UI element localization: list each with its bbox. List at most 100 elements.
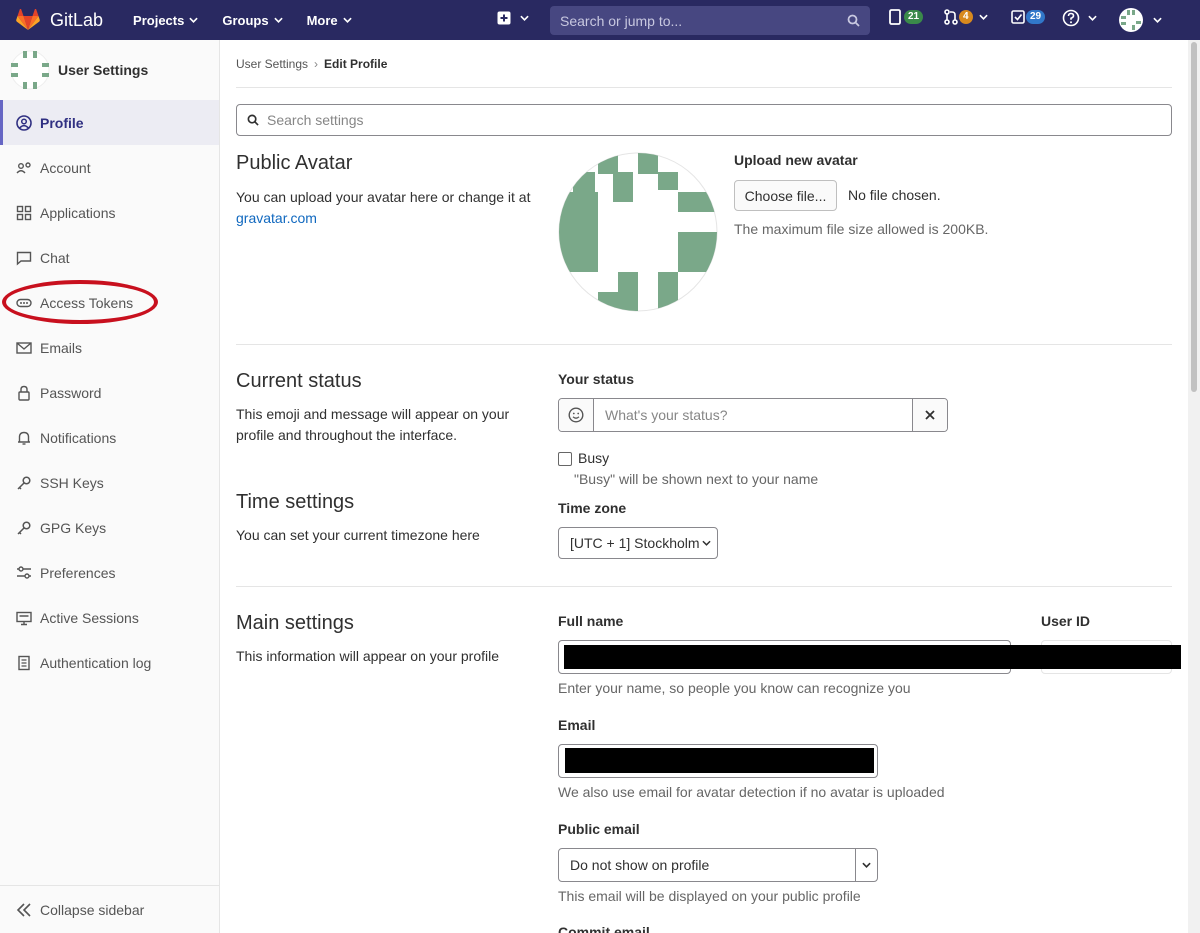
public-email-select[interactable]: Do not show on profile: [558, 848, 878, 882]
projects-menu[interactable]: Projects: [133, 12, 199, 28]
merge-requests-count-badge: 4: [959, 10, 973, 24]
public-email-help: This email will be displayed on your pub…: [558, 888, 861, 904]
sidebar-item-profile[interactable]: Profile: [0, 100, 219, 145]
chevron-down-icon: [862, 862, 871, 868]
public-email-value: Do not show on profile: [570, 857, 710, 873]
time-zone-select[interactable]: [UTC + 1] Stockholm: [558, 527, 718, 559]
emoji-picker-button[interactable]: [559, 399, 594, 431]
chevron-down-icon: [702, 540, 711, 546]
sidebar-item-label: Account: [40, 159, 91, 176]
gitlab-home-link[interactable]: GitLab: [16, 9, 103, 31]
scrollbar-thumb[interactable]: [1191, 42, 1197, 392]
more-menu[interactable]: More: [307, 13, 352, 28]
breadcrumb: User Settings › Edit Profile: [236, 40, 1172, 88]
full-name-label: Full name: [558, 613, 624, 629]
section-divider: [236, 344, 1172, 345]
sidebar-item-active-sessions[interactable]: Active Sessions: [0, 595, 219, 640]
section-divider: [236, 586, 1172, 587]
profile-icon: [16, 114, 32, 131]
settings-search-placeholder: Search settings: [267, 112, 364, 128]
status-input-group: What's your status?: [558, 398, 948, 432]
breadcrumb-parent-link[interactable]: User Settings: [236, 57, 308, 71]
sidebar-item-label: Profile: [40, 114, 84, 131]
sidebar-item-account[interactable]: Account: [0, 145, 219, 190]
sidebar-header[interactable]: User Settings: [0, 40, 219, 100]
sidebar-item-label: GPG Keys: [40, 519, 107, 536]
main-settings-description: This information will appear on your pro…: [236, 648, 500, 664]
applications-icon: [16, 205, 32, 221]
search-icon: [247, 114, 259, 126]
sidebar-item-label: Applications: [40, 204, 116, 221]
global-search-input[interactable]: Search or jump to...: [550, 6, 870, 35]
sidebar-item-emails[interactable]: Emails: [0, 325, 219, 370]
new-item-dropdown[interactable]: [497, 11, 529, 25]
busy-label: Busy: [578, 450, 610, 466]
status-message-input[interactable]: What's your status?: [594, 407, 912, 423]
projects-menu-label: Projects: [133, 12, 185, 28]
public-email-dropdown-toggle[interactable]: [855, 849, 877, 881]
todo-check-icon: [1011, 10, 1025, 24]
redacted-full-name: [564, 645, 1181, 669]
settings-search-input[interactable]: Search settings: [236, 104, 1172, 136]
merge-requests-dropdown[interactable]: 4: [944, 9, 988, 25]
page-scrollbar[interactable]: [1188, 40, 1200, 933]
token-icon: [16, 295, 32, 311]
more-menu-label: More: [306, 12, 338, 28]
log-icon: [16, 655, 32, 671]
monitor-icon: [16, 610, 32, 626]
sidebar-item-ssh-keys[interactable]: SSH Keys: [0, 460, 219, 505]
user-menu-dropdown[interactable]: [1119, 8, 1162, 32]
sidebar-item-notifications[interactable]: Notifications: [0, 415, 219, 460]
chevron-down-icon: [273, 17, 283, 23]
sidebar-item-label: Password: [40, 384, 102, 401]
key-icon: [16, 520, 32, 536]
top-navbar: GitLab Projects Groups More Search or ju…: [0, 0, 1200, 40]
clear-status-button[interactable]: [912, 399, 947, 431]
issues-link[interactable]: 21: [889, 9, 924, 25]
collapse-sidebar-button[interactable]: Collapse sidebar: [0, 885, 219, 933]
sidebar-item-gpg-keys[interactable]: GPG Keys: [0, 505, 219, 550]
sidebar-item-chat[interactable]: Chat: [0, 235, 219, 280]
sidebar-item-label: Chat: [40, 249, 70, 266]
sidebar-item-applications[interactable]: Applications: [0, 190, 219, 235]
chevron-down-icon: [1153, 17, 1162, 23]
busy-checkbox[interactable]: [558, 452, 572, 466]
sidebar-item-label: Active Sessions: [40, 609, 139, 626]
sidebar-item-access-tokens[interactable]: Access Tokens: [0, 280, 219, 325]
chevron-down-icon: [342, 17, 352, 23]
avatar-preview-image: [558, 152, 718, 312]
issues-count-badge: 21: [904, 10, 924, 24]
key-icon: [16, 475, 32, 491]
mail-icon: [16, 340, 32, 356]
full-name-help: Enter your name, so people you know can …: [558, 680, 911, 696]
user-avatar-small-icon: [10, 50, 50, 90]
double-chevron-left-icon: [16, 902, 31, 917]
public-avatar-desc-text: You can upload your avatar here or chang…: [236, 189, 531, 205]
gravatar-link[interactable]: gravatar.com: [236, 210, 317, 226]
brand-name: GitLab: [50, 9, 104, 30]
sidebar-item-password[interactable]: Password: [0, 370, 219, 415]
sidebar-item-authentication-log[interactable]: Authentication log: [0, 640, 219, 685]
chevron-down-icon: [978, 14, 988, 20]
sidebar-item-label: SSH Keys: [40, 474, 104, 491]
user-id-label: User ID: [1041, 613, 1091, 629]
plus-square-icon: [497, 11, 511, 25]
todos-link[interactable]: 29: [1011, 9, 1046, 25]
breadcrumb-current[interactable]: Edit Profile: [324, 57, 387, 71]
help-icon: [1062, 9, 1080, 27]
public-email-label: Public email: [558, 821, 640, 837]
time-settings-title: Time settings: [236, 491, 355, 513]
groups-menu-label: Groups: [222, 12, 269, 28]
no-file-chosen-text: No file chosen.: [848, 187, 941, 203]
sidebar-item-preferences[interactable]: Preferences: [0, 550, 219, 595]
help-dropdown[interactable]: [1062, 9, 1097, 27]
search-icon: [847, 14, 860, 27]
sidebar-item-label: Access Tokens: [40, 294, 134, 311]
sidebar-title: User Settings: [58, 62, 149, 78]
groups-menu[interactable]: Groups: [222, 12, 283, 28]
choose-file-button[interactable]: Choose file...: [734, 180, 837, 211]
gitlab-logo-icon: [16, 9, 40, 30]
time-settings-description: You can set your current timezone here: [236, 527, 480, 543]
merge-request-icon: [944, 9, 958, 25]
global-search-placeholder: Search or jump to...: [560, 12, 683, 29]
